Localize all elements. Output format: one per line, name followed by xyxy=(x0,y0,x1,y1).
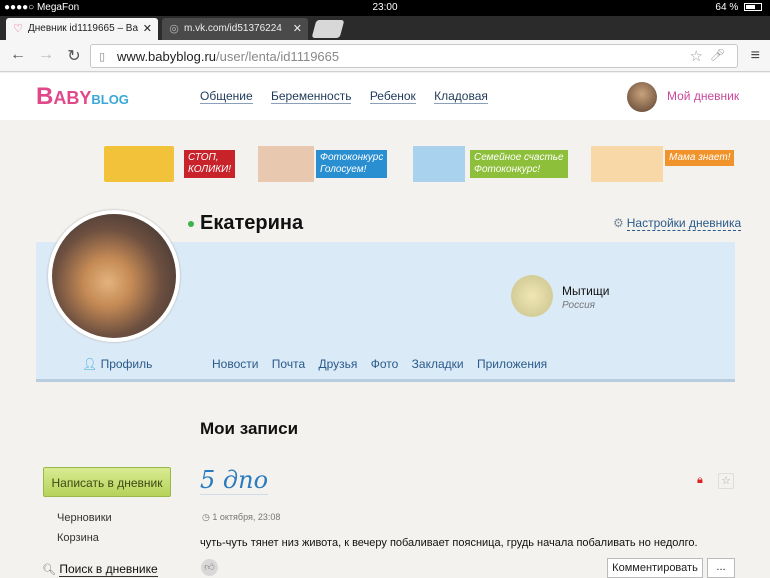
banner-image xyxy=(104,146,174,182)
search-icon: 🔍︎ xyxy=(42,564,56,576)
city-map-icon xyxy=(511,275,553,317)
url-path: /user/lenta/id1119665 xyxy=(216,49,340,64)
banner-image xyxy=(591,146,663,182)
address-bar[interactable]: ▯ www.babyblog.ru/user/lenta/id1119665 ☆… xyxy=(90,44,738,68)
battery-fill xyxy=(746,5,755,9)
trash-link[interactable]: Корзина xyxy=(57,532,99,544)
bookmark-star-icon[interactable]: ☆ xyxy=(690,47,703,65)
profile-avatar[interactable] xyxy=(48,210,180,342)
clock-icon: ◷ xyxy=(202,512,210,522)
banner-label: Семейное счастье Фотоконкурс! xyxy=(470,150,568,178)
person-icon: 👤︎ xyxy=(82,357,98,371)
status-bar: ●●●●○ MegaFon 23:00 64 % xyxy=(0,0,770,16)
tab-title: Дневник id1119665 – Ba xyxy=(28,23,139,34)
browser-toolbar: ← → ↻ ▯ www.babyblog.ru/user/lenta/id111… xyxy=(0,40,770,72)
post-date: ◷ 1 октября, 23:08 xyxy=(202,512,281,522)
section-title: Мои записи xyxy=(200,419,299,438)
banner-label: Фотоконкурс Голосуем! xyxy=(316,150,388,178)
battery-percent: 64 % xyxy=(715,2,739,13)
globe-icon: ◎ xyxy=(169,23,179,35)
battery-indicator: 64 % xyxy=(715,2,762,13)
banner-mama-knows[interactable]: Мама знает! xyxy=(591,146,735,182)
nav-item-pantry[interactable]: Кладовая xyxy=(434,89,488,104)
comment-button[interactable]: Комментировать xyxy=(607,558,703,578)
close-tab-icon[interactable]: ✕ xyxy=(143,22,152,35)
diary-search-link[interactable]: 🔍︎ Поиск в дневнике xyxy=(42,562,158,577)
site-header: BABYBLOG Общение Беременность Ребенок Кл… xyxy=(0,73,770,120)
country-name: Россия xyxy=(562,300,596,311)
nav-item-pregnancy[interactable]: Беременность xyxy=(270,89,352,104)
url-domain: www.babyblog.ru xyxy=(117,49,216,64)
gear-icon: ⚙ xyxy=(613,216,624,230)
like-icon[interactable]: 👍︎ xyxy=(201,559,218,576)
kitten-photo xyxy=(52,214,176,338)
tab-babyblog[interactable]: ♡ Дневник id1119665 – Ba ✕ xyxy=(6,18,158,40)
banner-image xyxy=(413,146,465,182)
babyblog-favicon-icon: ♡ xyxy=(13,23,23,35)
nav-item-child[interactable]: Ребенок xyxy=(369,89,416,104)
subnav-apps[interactable]: Приложения xyxy=(477,357,547,371)
new-tab-button[interactable] xyxy=(311,20,345,38)
close-tab-icon[interactable]: ✕ xyxy=(293,22,302,35)
tab-title: m.vk.com/id51376224 xyxy=(184,23,282,34)
subnav-photo[interactable]: Фото xyxy=(371,357,399,371)
banner-family-happiness[interactable]: Семейное счастье Фотоконкурс! xyxy=(413,146,569,182)
city-name: Мытищи xyxy=(562,284,610,298)
write-diary-button[interactable]: Написать в дневник xyxy=(43,467,171,497)
profile-link[interactable]: 👤︎ Профиль xyxy=(82,357,152,371)
banner-photo-contest[interactable]: Фотоконкурс Голосуем! xyxy=(258,146,388,182)
tab-bar: ♡ Дневник id1119665 – Ba ✕ ◎ m.vk.com/id… xyxy=(0,16,770,40)
favorite-star-icon[interactable]: ☆ xyxy=(718,473,734,489)
more-button[interactable]: ... xyxy=(707,558,735,578)
nav-item-communication[interactable]: Общение xyxy=(200,89,253,104)
promo-banners: СТОП, КОЛИКИ! Фотоконкурс Голосуем! Семе… xyxy=(0,146,770,184)
menu-icon[interactable]: ≡ xyxy=(751,47,760,65)
post-text: чуть-чуть тянет низ живота, к вечеру поб… xyxy=(200,537,698,549)
clock: 23:00 xyxy=(372,2,398,13)
post-title[interactable]: 5 дпо xyxy=(200,466,269,495)
subnav-friends[interactable]: Друзья xyxy=(318,357,357,371)
profile-name: Екатерина xyxy=(200,212,304,234)
drafts-link[interactable]: Черновики xyxy=(57,512,112,524)
banner-colic[interactable]: СТОП, КОЛИКИ! xyxy=(104,146,236,182)
avatar[interactable] xyxy=(627,82,657,112)
my-diary-link[interactable]: Мой дневник xyxy=(667,89,739,103)
online-status-icon xyxy=(188,221,194,227)
babyblog-logo[interactable]: BABYBLOG xyxy=(36,83,129,111)
forward-arrow-icon[interactable]: → xyxy=(36,46,56,64)
page-icon: ▯ xyxy=(99,51,106,63)
banner-label: Мама знает! xyxy=(665,150,735,166)
subnav-bookmarks[interactable]: Закладки xyxy=(412,357,464,371)
back-arrow-icon[interactable]: ← xyxy=(8,46,28,64)
battery-icon xyxy=(744,3,762,11)
reload-icon[interactable]: ↻ xyxy=(64,46,84,66)
subnav-mail[interactable]: Почта xyxy=(272,357,305,371)
subnav-news[interactable]: Новости xyxy=(212,357,258,371)
lock-icon: 🔒︎ xyxy=(697,474,703,486)
banner-image xyxy=(258,146,314,182)
microphone-icon[interactable]: 🎤︎ xyxy=(710,48,725,62)
banner-label: СТОП, КОЛИКИ! xyxy=(184,150,236,178)
diary-settings-link[interactable]: ⚙ Настройки дневника xyxy=(613,216,742,231)
tab-vk[interactable]: ◎ m.vk.com/id51376224 ✕ xyxy=(162,18,308,40)
profile-subnav: Новости Почта Друзья Фото Закладки Прило… xyxy=(212,357,557,371)
main-nav: Общение Беременность Ребенок Кладовая xyxy=(200,89,503,104)
